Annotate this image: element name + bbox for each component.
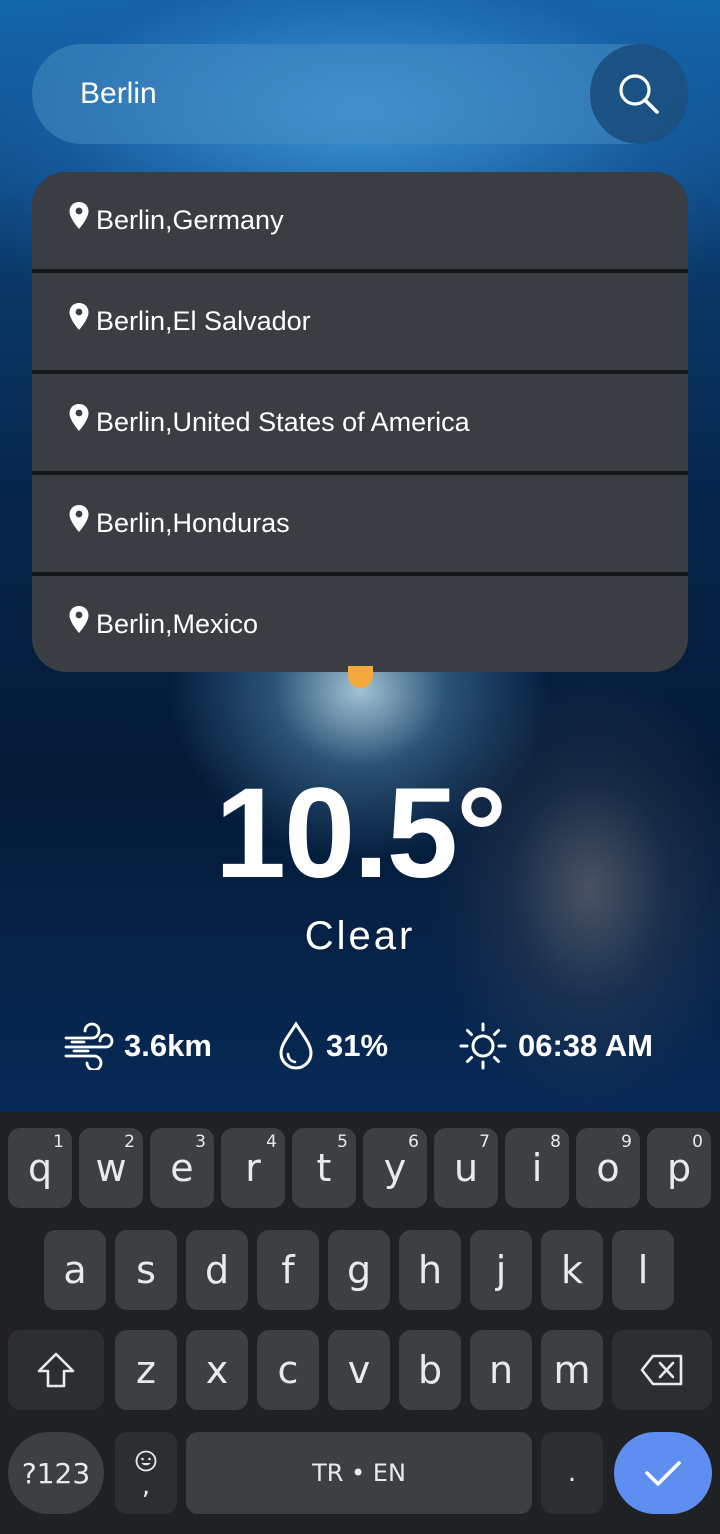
suggestion-label: Berlin,Mexico (96, 609, 259, 639)
key-v[interactable]: v (328, 1330, 390, 1410)
suggestion-label: Berlin,El Salvador (96, 306, 311, 336)
enter-button[interactable] (614, 1432, 712, 1514)
suggestion-item[interactable]: Berlin,Honduras (32, 475, 688, 572)
humidity-value: 31% (326, 1028, 389, 1063)
key-o[interactable]: o9 (576, 1128, 640, 1208)
wind-stat: 3.6km (62, 1016, 212, 1076)
backspace-icon (640, 1354, 683, 1386)
key-h[interactable]: h (399, 1230, 461, 1310)
symbols-key[interactable]: ?123 (8, 1432, 104, 1514)
suggestion-item[interactable]: Berlin,Mexico (32, 576, 688, 672)
key-z[interactable]: z (115, 1330, 177, 1410)
key-c[interactable]: c (257, 1330, 319, 1410)
suggestion-label: Berlin,Honduras (96, 508, 290, 538)
backspace-key[interactable] (612, 1330, 712, 1410)
key-x[interactable]: x (186, 1330, 248, 1410)
period-key[interactable]: . (541, 1432, 603, 1514)
wind-value: 3.6km (124, 1028, 212, 1063)
key-q[interactable]: q1 (8, 1128, 72, 1208)
key-p[interactable]: p0 (647, 1128, 711, 1208)
location-pin-icon (69, 605, 89, 633)
key-k[interactable]: k (541, 1230, 603, 1310)
sunrise-stat: 06:38 AM (458, 1016, 653, 1076)
suggestion-dropdown: Berlin,Germany Berlin,El Salvador Berlin… (32, 172, 688, 672)
wind-icon (64, 1022, 114, 1070)
humidity-stat: 31% (276, 1016, 388, 1076)
key-u[interactable]: u7 (434, 1128, 498, 1208)
weather-condition: Clear (304, 914, 416, 958)
key-r[interactable]: r4 (221, 1128, 285, 1208)
suggestion-item[interactable]: Berlin,United States of America (32, 374, 688, 471)
key-b[interactable]: b (399, 1330, 461, 1410)
emoji-icon (135, 1450, 157, 1472)
key-t[interactable]: t5 (292, 1128, 356, 1208)
shift-key[interactable] (8, 1330, 104, 1410)
suggestion-label: Berlin,United States of America (96, 407, 470, 437)
key-j[interactable]: j (470, 1230, 532, 1310)
sun-icon (459, 1022, 507, 1070)
checkmark-icon (645, 1461, 681, 1486)
key-l[interactable]: l (612, 1230, 674, 1310)
search-icon (619, 74, 659, 114)
key-m[interactable]: m (541, 1330, 603, 1410)
temperature: 10.5° (214, 762, 507, 905)
location-pin-icon (69, 201, 89, 229)
key-s[interactable]: s (115, 1230, 177, 1310)
key-w[interactable]: w2 (79, 1128, 143, 1208)
location-pin-icon (69, 504, 89, 532)
key-f[interactable]: f (257, 1230, 319, 1310)
emoji-comma-key[interactable]: , (115, 1432, 177, 1514)
search-button[interactable] (590, 44, 688, 144)
search-input[interactable]: Berlin (80, 44, 157, 144)
key-n[interactable]: n (470, 1330, 532, 1410)
key-e[interactable]: e3 (150, 1128, 214, 1208)
water-drop-icon (279, 1021, 313, 1070)
comma-label: , (141, 1471, 151, 1501)
location-pin-icon (69, 302, 89, 330)
key-g[interactable]: g (328, 1230, 390, 1310)
key-a[interactable]: a (44, 1230, 106, 1310)
key-i[interactable]: i8 (505, 1128, 569, 1208)
location-pin-icon (69, 403, 89, 431)
sunrise-time: 06:38 AM (518, 1028, 653, 1063)
key-y[interactable]: y6 (363, 1128, 427, 1208)
search-bar[interactable]: Berlin (32, 44, 688, 144)
suggestion-item[interactable]: Berlin,Germany (32, 172, 688, 269)
suggestion-label: Berlin,Germany (96, 205, 284, 235)
shift-arrow-icon (37, 1352, 75, 1388)
key-d[interactable]: d (186, 1230, 248, 1310)
space-key[interactable]: TR • EN (186, 1432, 532, 1514)
suggestion-item[interactable]: Berlin,El Salvador (32, 273, 688, 370)
